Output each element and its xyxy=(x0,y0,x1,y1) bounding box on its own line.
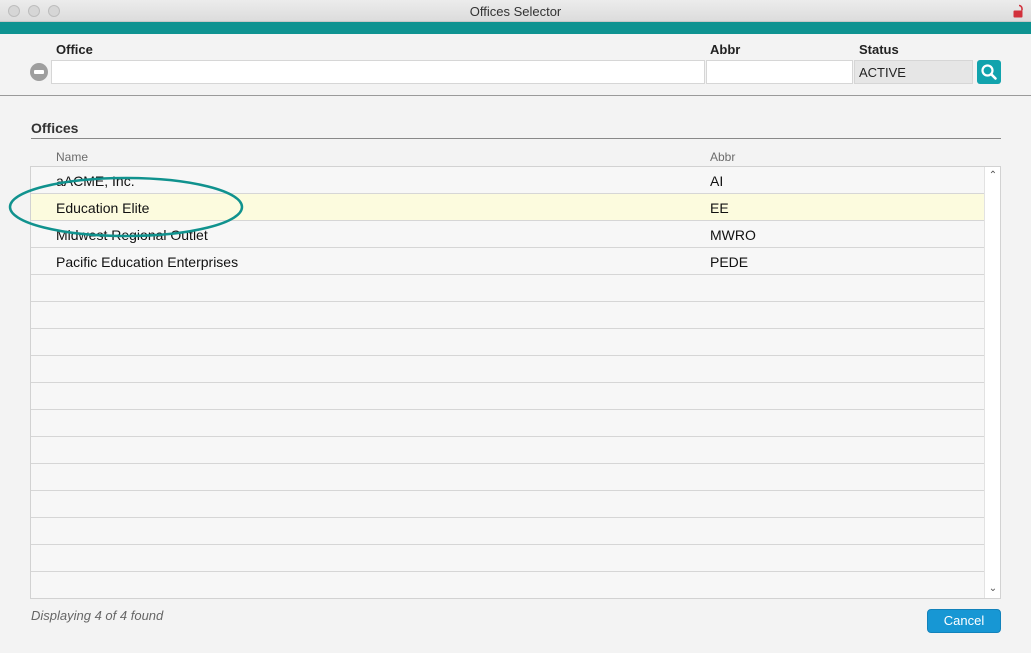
table-row[interactable]: aACME, Inc. AI xyxy=(31,167,985,194)
office-abbr-cell: AI xyxy=(710,173,724,189)
office-name-cell: aACME, Inc. xyxy=(56,173,135,189)
empty-row xyxy=(31,572,985,598)
empty-row xyxy=(31,491,985,518)
abbr-input[interactable] xyxy=(706,60,853,84)
empty-row xyxy=(31,545,985,572)
office-abbr-cell: EE xyxy=(710,200,729,216)
empty-row xyxy=(31,329,985,356)
filter-panel: Office Abbr Status ACTIVE xyxy=(0,34,1031,96)
column-header-abbr[interactable]: Abbr xyxy=(710,150,735,164)
empty-row xyxy=(31,275,985,302)
result-count-text: Displaying 4 of 4 found xyxy=(31,608,164,623)
office-abbr-cell: MWRO xyxy=(710,227,756,243)
office-name-cell: Pacific Education Enterprises xyxy=(56,254,239,270)
offices-section-title: Offices xyxy=(31,120,79,136)
accent-bar xyxy=(0,22,1031,34)
column-header-name[interactable]: Name xyxy=(56,150,88,164)
clear-filter-icon[interactable] xyxy=(30,63,48,81)
chevron-up-icon[interactable]: ⌃ xyxy=(985,169,1000,183)
empty-row xyxy=(31,464,985,491)
empty-row xyxy=(31,437,985,464)
status-label: Status xyxy=(859,42,899,57)
offices-table: aACME, Inc. AI Education Elite EE Midwes… xyxy=(30,166,1001,599)
search-icon xyxy=(981,64,997,80)
office-input[interactable] xyxy=(51,60,705,84)
empty-row xyxy=(31,302,985,329)
search-button[interactable] xyxy=(977,60,1001,84)
abbr-label: Abbr xyxy=(710,42,741,57)
table-row-selected[interactable]: Education Elite EE xyxy=(31,194,985,221)
vertical-scrollbar[interactable]: ⌃ ⌄ xyxy=(984,167,1000,598)
window-title: Offices Selector xyxy=(469,4,562,19)
office-name-cell: Midwest Regional Outlet xyxy=(56,227,208,243)
office-name-cell: Education Elite xyxy=(56,200,150,216)
empty-row xyxy=(31,356,985,383)
status-field[interactable]: ACTIVE xyxy=(854,60,973,84)
empty-row xyxy=(31,410,985,437)
table-row[interactable]: Midwest Regional Outlet MWRO xyxy=(31,221,985,248)
table-row[interactable]: Pacific Education Enterprises PEDE xyxy=(31,248,985,275)
empty-row xyxy=(31,518,985,545)
section-divider xyxy=(31,138,1001,139)
empty-row xyxy=(31,383,985,410)
cancel-button[interactable]: Cancel xyxy=(927,609,1001,633)
office-abbr-cell: PEDE xyxy=(710,254,749,270)
lock-icon[interactable] xyxy=(1013,4,1025,18)
window-titlebar: Offices Selector xyxy=(0,0,1031,22)
chevron-down-icon[interactable]: ⌄ xyxy=(985,582,1000,596)
office-label: Office xyxy=(56,42,93,57)
